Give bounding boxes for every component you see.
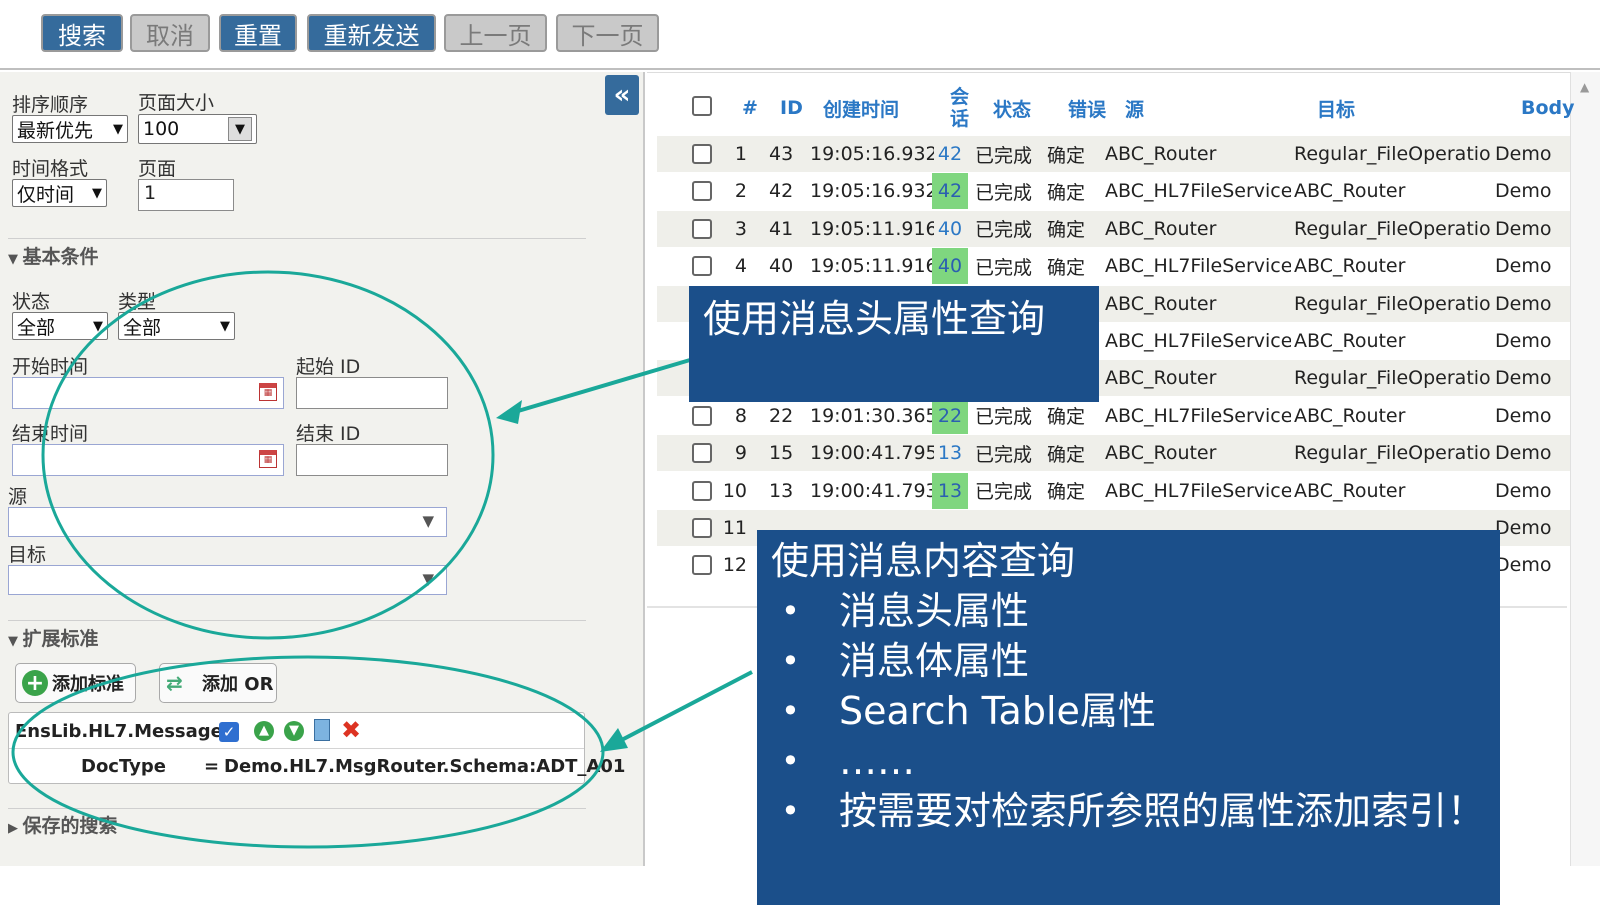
content-query-callout: 使用消息内容查询 消息头属性 消息体属性 Search Table属性 …… 按… xyxy=(757,530,1500,905)
arrow-head-icon xyxy=(600,728,628,752)
arrow-head-icon xyxy=(496,400,522,424)
bullet-item: 消息体属性 xyxy=(771,636,1486,686)
bullet-item: 消息头属性 xyxy=(771,586,1486,636)
content-query-title: 使用消息内容查询 xyxy=(771,539,1076,583)
bullet-item: …… xyxy=(771,736,1486,786)
header-query-callout: 使用消息头属性查询 xyxy=(689,286,1099,402)
arrow-line xyxy=(611,670,753,747)
bullet-item: Search Table属性 xyxy=(771,686,1486,736)
basic-criteria-highlight xyxy=(41,270,495,640)
bullet-item: 按需要对检索所参照的属性添加索引！ xyxy=(771,786,1486,836)
extended-criteria-highlight xyxy=(11,655,605,849)
arrow-line xyxy=(507,358,691,416)
